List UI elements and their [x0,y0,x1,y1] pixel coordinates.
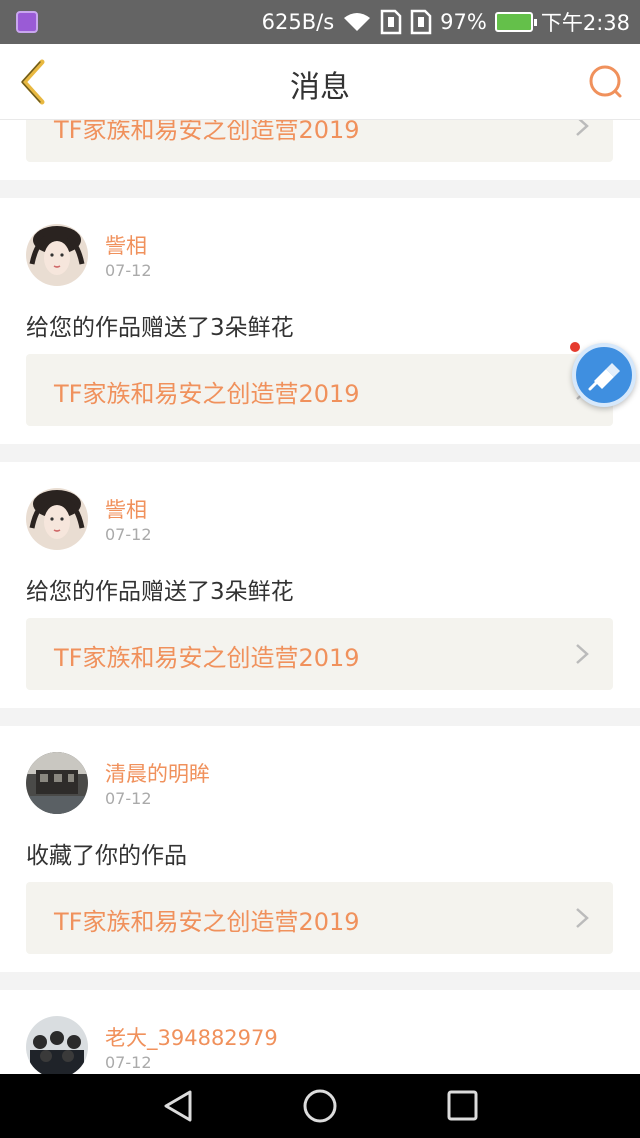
clock: 下午2:38 [540,11,630,35]
message-card[interactable]: 訾相 07-12 给您的作品赠送了3朵鲜花 TF家族和易安之创造营2019 [0,462,640,708]
work-link[interactable]: TF家族和易安之创造营2019 [26,120,613,162]
work-link[interactable]: TF家族和易安之创造营2019 [26,618,613,690]
battery-icon [494,12,537,32]
username[interactable]: 訾相 [105,230,147,260]
message-date: 07-12 [105,261,152,280]
cleanup-broom-icon [588,363,620,391]
message-text: 给您的作品赠送了3朵鲜花 [26,579,294,605]
circle-home-icon [303,1089,337,1123]
nav-home-button[interactable] [300,1088,340,1124]
notification-dot [570,342,580,352]
status-indicators: 625B/s 97% 下午2:38 [262,0,630,44]
message-date: 07-12 [105,1053,152,1072]
system-nav-bar [0,1074,640,1138]
sim2-icon [410,9,432,35]
square-recent-icon [447,1090,478,1121]
message-text: 给您的作品赠送了3朵鲜花 [26,315,294,341]
message-card[interactable]: 清晨的明眸 07-12 收藏了你的作品 TF家族和易安之创造营2019 [0,726,640,972]
avatar[interactable] [26,488,88,550]
username[interactable]: 老大_394882979 [105,1022,278,1052]
sim1-icon [380,9,402,35]
message-text: 收藏了你的作品 [26,843,187,869]
nav-back-button[interactable] [158,1088,198,1124]
battery-percent: 97% [440,10,487,34]
chevron-right-icon [576,120,589,136]
work-title: TF家族和易安之创造营2019 [54,380,360,408]
wifi-icon [342,11,372,33]
work-link[interactable]: TF家族和易安之创造营2019 [26,882,613,954]
work-title: TF家族和易安之创造营2019 [54,908,360,936]
message-card[interactable]: 老大_394882979 07-12 [0,990,640,1074]
message-card[interactable]: 訾相 07-12 给您的作品赠送了3朵鲜花 TF家族和易安之创造营2019 [0,198,640,444]
work-title: TF家族和易安之创造营2019 [54,120,360,144]
triangle-back-icon [164,1090,192,1122]
work-title: TF家族和易安之创造营2019 [54,644,360,672]
username[interactable]: 訾相 [105,494,147,524]
nav-recent-button[interactable] [442,1088,482,1124]
username[interactable]: 清晨的明眸 [105,758,210,788]
status-bar: 625B/s 97% 下午2:38 [0,0,640,44]
page-title: 消息 [290,70,350,105]
net-speed: 625B/s [261,10,335,34]
avatar[interactable] [26,752,88,814]
app-header: 消息 [0,44,640,120]
chevron-right-icon [576,908,589,928]
message-date: 07-12 [105,525,152,544]
message-list[interactable]: TF家族和易安之创造营2019 訾相 07-12 给您的作品赠送了3朵鲜花 TF… [0,120,640,1074]
message-card-partial: TF家族和易安之创造营2019 [0,120,640,180]
work-link[interactable]: TF家族和易安之创造营2019 [26,354,613,426]
gallery-app-icon [16,11,38,33]
avatar[interactable] [26,224,88,286]
chevron-right-icon [576,644,589,664]
search-button[interactable] [586,62,626,102]
message-date: 07-12 [105,789,152,808]
floating-cleanup-button[interactable] [572,343,636,407]
search-icon [589,65,622,98]
avatar[interactable] [26,1016,88,1074]
